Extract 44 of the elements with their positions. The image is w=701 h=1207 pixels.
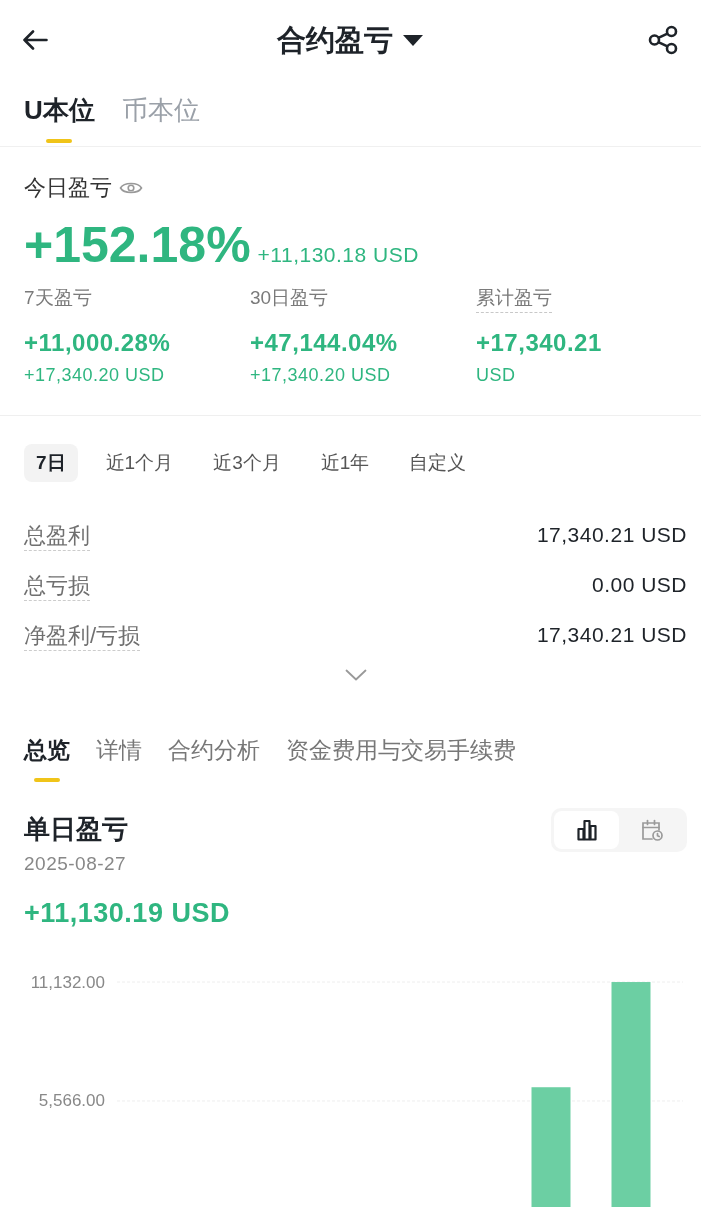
today-pnl-amount: +11,130.18 USD (257, 242, 419, 268)
daily-date: 2025-08-27 (24, 852, 127, 876)
daily-pnl-title: 单日盈亏 (24, 813, 128, 846)
today-pnl-label: 今日盈亏 (24, 175, 112, 201)
today-pnl-percent: +152.18% (24, 217, 251, 273)
total-value: 17,340.21 USD (536, 522, 687, 548)
chevron-down-icon[interactable] (344, 669, 367, 681)
stat-label: 30日盈亏 (250, 286, 329, 310)
range-chip[interactable]: 近1年 (308, 444, 382, 482)
title-dropdown[interactable]: 合约盈亏 (277, 22, 423, 58)
stat-amount: USD (476, 364, 516, 387)
share-button[interactable] (648, 25, 678, 55)
total-label: 净盈利/亏损 (24, 623, 141, 651)
calendar-clock-icon (639, 818, 664, 842)
back-button[interactable] (22, 30, 48, 50)
range-chip[interactable]: 近3个月 (201, 444, 293, 482)
chart-view-button[interactable] (554, 811, 619, 849)
daily-pnl-amount: +11,130.19 USD (24, 897, 230, 930)
stat-value: +17,340.21 (476, 328, 602, 358)
range-chip[interactable]: 自定义 (397, 444, 479, 482)
account-tab[interactable]: U本位 (24, 80, 95, 146)
total-value: 17,340.21 USD (536, 622, 687, 648)
detail-tab[interactable]: 总览 (24, 735, 70, 782)
axis-label: 5,566.00 (38, 1091, 105, 1111)
stat-value: +11,000.28% (24, 328, 171, 358)
axis-label: 11,132.00 (30, 972, 105, 992)
stat-label: 累计盈亏 (476, 286, 552, 313)
range-chip[interactable]: 近1个月 (93, 444, 186, 482)
detail-tab[interactable]: 详情 (96, 735, 142, 782)
range-chip[interactable]: 7日 (24, 444, 78, 482)
share-icon (648, 25, 678, 55)
arrow-left-icon (22, 30, 48, 50)
stat-value: +47,144.04% (250, 328, 398, 358)
stat-amount: +17,340.20 USD (250, 364, 391, 387)
stat-label: 7天盈亏 (24, 286, 92, 310)
bar-chart-icon (575, 819, 598, 841)
total-value: 0.00 USD (591, 572, 687, 598)
eye-icon[interactable] (119, 180, 143, 196)
total-label: 总亏损 (24, 573, 90, 601)
stat-amount: +17,340.20 USD (24, 364, 165, 387)
caret-down-icon (403, 34, 423, 46)
detail-tab[interactable]: 资金费用与交易手续费 (286, 735, 516, 782)
total-label: 总盈利 (24, 523, 90, 551)
detail-tab[interactable]: 合约分析 (168, 735, 260, 782)
